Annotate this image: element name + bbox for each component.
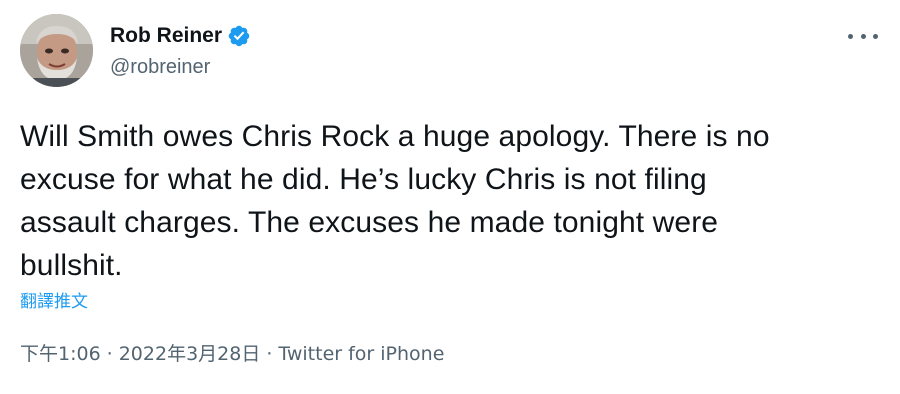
more-dot [860,33,866,39]
verified-badge-icon [227,24,251,48]
user-handle[interactable]: @robreiner [110,54,210,80]
user-avatar-photo [20,14,93,87]
translate-tweet-link[interactable]: 翻譯推文 [20,290,88,314]
meta-separator: · [106,343,113,365]
tweet-card: Rob Reiner @robreiner Will Smith owes Ch… [0,0,900,394]
display-name[interactable]: Rob Reiner [110,22,222,50]
tweet-text: Will Smith owes Chris Rock a huge apolog… [20,120,770,282]
more-dot [873,33,878,39]
tweet-meta: 下午1:06 · 2022年3月28日 · Twitter for iPhone [20,340,444,368]
more-dot [848,33,853,39]
meta-separator: · [266,343,273,365]
tweet-source[interactable]: Twitter for iPhone [278,340,444,368]
tweet-date[interactable]: 2022年3月28日 [119,340,261,368]
avatar[interactable] [20,14,93,87]
tweet-time[interactable]: 下午1:06 [20,340,101,368]
more-options-icon[interactable] [848,26,878,46]
author-name-row: Rob Reiner [110,22,251,50]
